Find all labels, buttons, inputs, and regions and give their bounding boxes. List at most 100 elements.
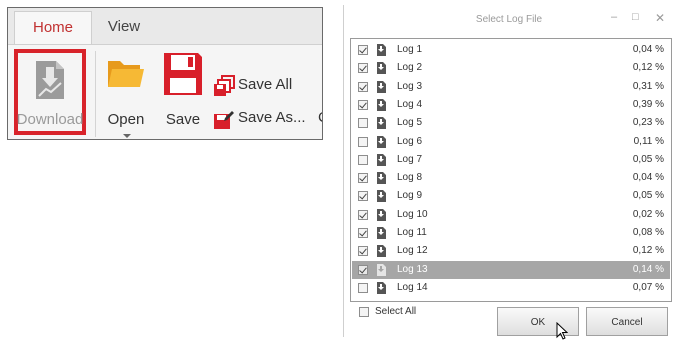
log-checkbox[interactable] — [358, 45, 368, 55]
log-checkbox[interactable] — [358, 81, 368, 92]
log-percent: 0,12 % — [632, 245, 664, 257]
floppy-disk-icon — [164, 53, 202, 95]
log-row[interactable]: Log 11 0,08 % — [352, 224, 670, 242]
log-checkbox[interactable] — [358, 136, 368, 147]
log-row[interactable]: Log 2 0,12 % — [352, 59, 670, 77]
log-file-icon — [377, 153, 386, 166]
log-checkbox[interactable] — [358, 209, 368, 220]
download-label: Download — [16, 111, 84, 128]
log-checkbox[interactable] — [358, 99, 368, 110]
log-name: Log 2 — [397, 62, 423, 74]
log-row[interactable]: Log 6 0,11 % — [352, 133, 670, 151]
log-row[interactable]: Log 9 0,05 % — [352, 187, 670, 205]
log-file-icon — [377, 80, 386, 93]
log-name: Log 10 — [397, 208, 428, 220]
select-all-checkbox[interactable] — [359, 307, 369, 317]
log-checkbox[interactable] — [358, 228, 368, 238]
log-checkbox[interactable] — [358, 282, 368, 293]
log-row[interactable]: Log 13 0,14 % — [352, 260, 670, 279]
cancel-button[interactable]: Cancel — [586, 307, 668, 336]
log-checkbox[interactable] — [358, 154, 368, 165]
log-file-icon — [377, 98, 386, 111]
log-row[interactable]: Log 4 0,39 % — [352, 96, 670, 114]
log-file-icon — [377, 263, 386, 276]
tab-view[interactable]: View — [100, 11, 148, 44]
log-row[interactable]: Log 3 0,31 % — [352, 78, 670, 96]
log-file-icon — [377, 172, 386, 185]
log-percent: 0,08 % — [632, 227, 664, 238]
log-row[interactable]: Log 8 0,04 % — [352, 169, 670, 187]
tab-home[interactable]: Home — [14, 11, 92, 44]
log-file-icon — [377, 135, 386, 148]
ribbon: Home View Download Open Save Save All Sa… — [7, 7, 323, 140]
log-percent: 0,11 % — [633, 135, 664, 147]
log-file-icon — [377, 62, 386, 75]
log-file-icon — [377, 227, 386, 239]
log-list[interactable]: Log 1 0,04 % Log 2 0,12 % Log 3 0,31 % Log 4 0,… — [350, 38, 672, 302]
log-checkbox[interactable] — [358, 173, 368, 184]
log-checkbox[interactable] — [358, 63, 368, 74]
log-file-icon — [377, 281, 386, 294]
close-icon[interactable]: ✕ — [655, 11, 665, 25]
log-name: Log 9 — [397, 190, 423, 202]
download-button[interactable]: Download — [14, 49, 86, 135]
log-name: Log 8 — [397, 172, 423, 184]
log-file-icon — [377, 190, 386, 203]
download-icon — [36, 61, 64, 99]
log-name: Log 12 — [397, 245, 428, 257]
log-name: Log 5 — [397, 117, 423, 129]
save-all-icon — [214, 75, 235, 96]
log-percent: 0,07 % — [632, 281, 664, 293]
log-row[interactable]: Log 10 0,02 % — [352, 206, 670, 224]
ribbon-tabs: Home View — [8, 8, 322, 45]
log-percent: 0,12 % — [632, 62, 664, 74]
select-log-file-dialog: Select Log File – □ ✕ Log 1 0,04 % Log 2 0,… — [343, 5, 674, 340]
log-row[interactable]: Log 1 0,04 % — [352, 41, 670, 59]
log-percent: 0,14 % — [632, 263, 664, 275]
open-label: Open — [107, 111, 145, 128]
log-percent: 0,05 % — [632, 190, 664, 202]
save-label: Save — [165, 111, 201, 128]
folder-open-icon — [108, 61, 144, 87]
log-row[interactable]: Log 12 0,12 % — [352, 242, 670, 260]
log-row[interactable]: Log 5 0,23 % — [352, 114, 670, 132]
log-checkbox[interactable] — [358, 118, 368, 129]
save-all-label: Save All — [238, 76, 293, 93]
chevron-down-icon[interactable] — [123, 134, 131, 138]
save-as-label: Save As... — [238, 109, 306, 126]
log-percent: 0,31 % — [632, 80, 664, 92]
ribbon-separator — [95, 51, 96, 137]
log-file-icon — [377, 245, 386, 258]
log-file-icon — [377, 117, 386, 130]
dialog-title: Select Log File — [475, 14, 543, 25]
open-button[interactable]: Open — [104, 51, 148, 139]
log-percent: 0,23 % — [632, 117, 664, 129]
log-name: Log 4 — [397, 98, 423, 110]
maximize-icon[interactable]: □ — [632, 11, 639, 23]
ribbon-body: Download Open Save Save All Save As... — [8, 45, 322, 139]
log-checkbox[interactable] — [358, 246, 368, 257]
log-percent: 0,04 % — [632, 172, 664, 184]
log-percent: 0,02 % — [632, 208, 664, 220]
log-name: Log 1 — [397, 44, 423, 55]
select-all-label: Select All — [375, 306, 417, 317]
log-percent: 0,05 % — [632, 153, 664, 165]
log-percent: 0,04 % — [632, 44, 664, 55]
save-button[interactable]: Save — [159, 51, 207, 131]
log-name: Log 3 — [397, 80, 423, 92]
log-percent: 0,39 % — [632, 98, 664, 110]
minimize-icon[interactable]: – — [611, 11, 617, 23]
log-name: Log 11 — [397, 227, 427, 238]
log-checkbox[interactable] — [358, 191, 368, 202]
mouse-pointer-icon — [556, 322, 568, 340]
save-as-icon — [214, 111, 234, 129]
log-file-icon — [377, 44, 386, 56]
log-name: Log 6 — [397, 135, 423, 147]
log-checkbox[interactable] — [358, 264, 368, 275]
log-row[interactable]: Log 14 0,07 % — [352, 279, 670, 297]
clipped-ribbon-item: C — [318, 109, 322, 126]
log-file-icon — [377, 208, 386, 221]
log-name: Log 13 — [397, 263, 428, 275]
log-name: Log 7 — [397, 153, 423, 165]
log-row[interactable]: Log 7 0,05 % — [352, 151, 670, 169]
